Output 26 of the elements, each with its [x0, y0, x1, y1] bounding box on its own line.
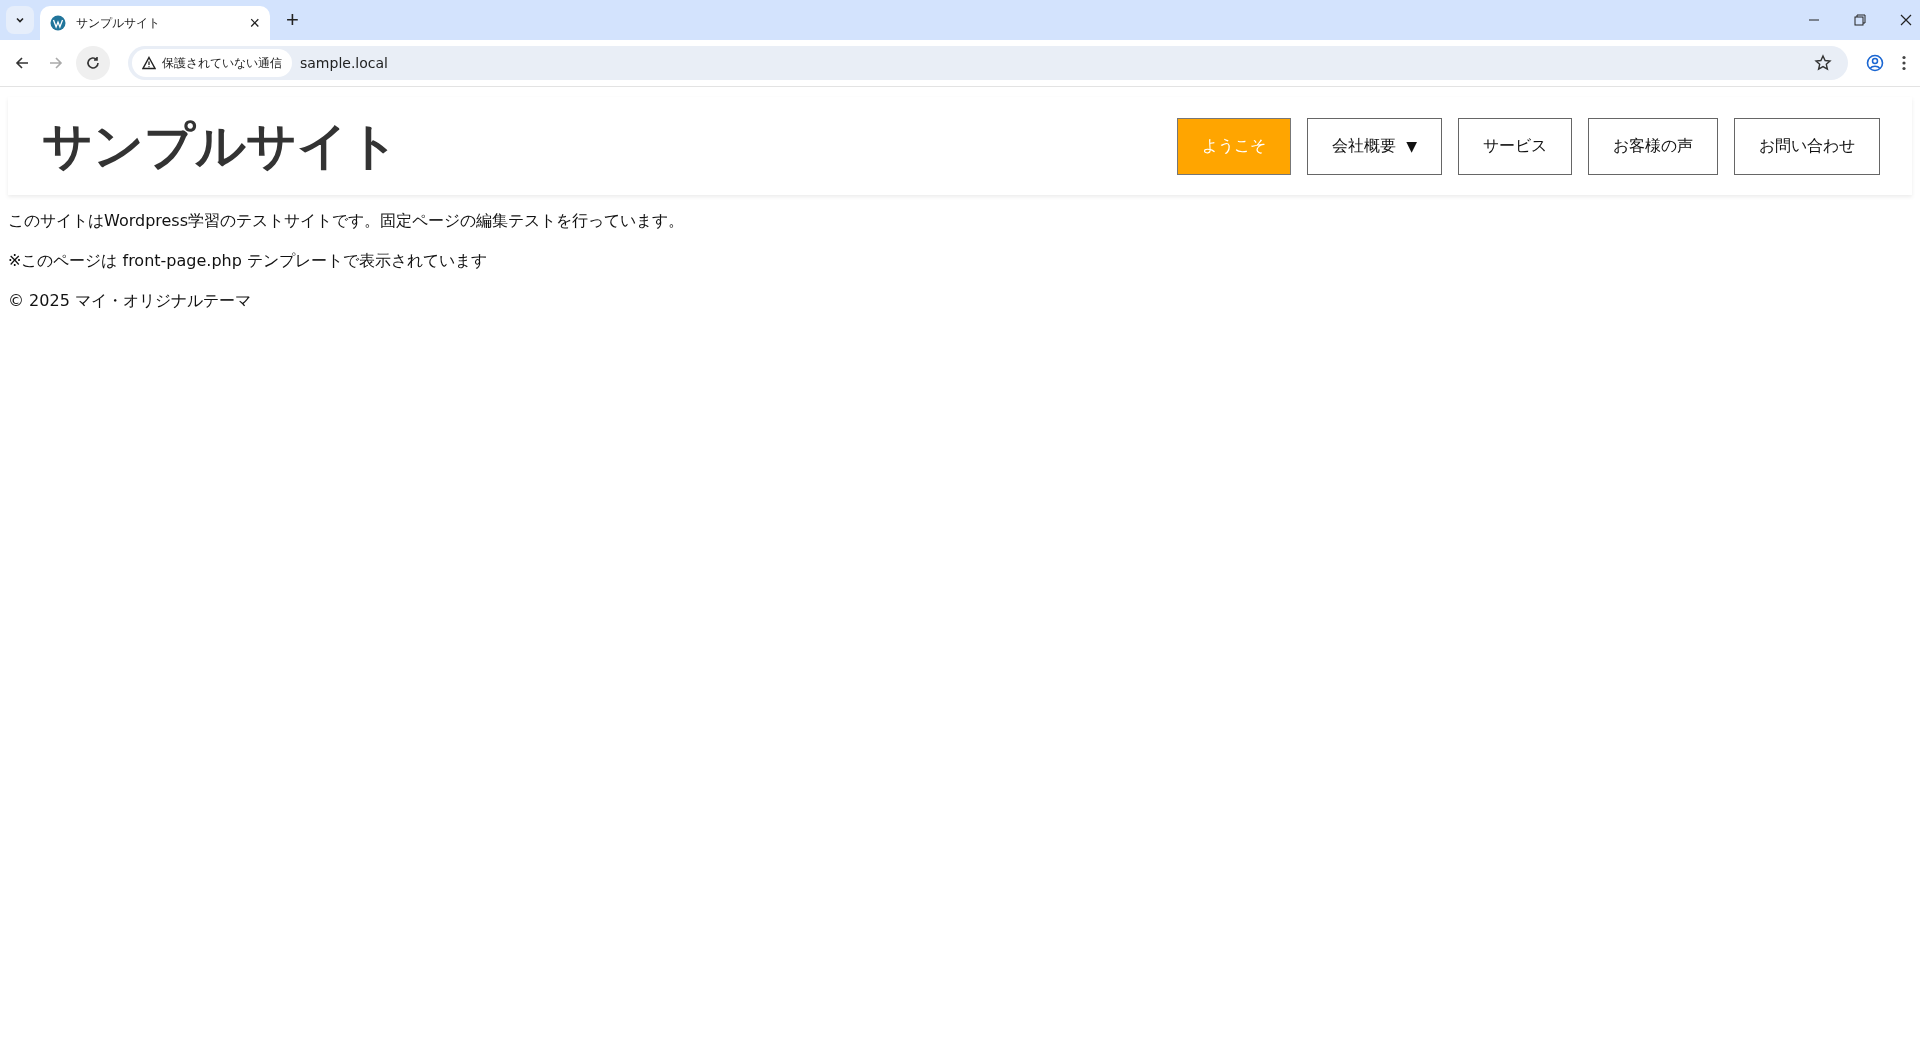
body-paragraph: このサイトはWordpress学習のテストサイトです。固定ページの編集テストを行っています。: [8, 210, 686, 232]
new-tab-button[interactable]: +: [280, 6, 305, 34]
close-tab-button[interactable]: ×: [249, 14, 260, 32]
reload-icon: [85, 55, 101, 71]
back-arrow-icon[interactable]: [14, 55, 30, 71]
nav-button[interactable]: サービス: [1458, 117, 1572, 175]
tab-title: サンプルサイト: [76, 14, 161, 32]
site-title: サンプルサイト: [42, 115, 400, 177]
reload-button[interactable]: [76, 46, 110, 80]
close-icon[interactable]: [1900, 14, 1912, 26]
nav-button[interactable]: お客様の声: [1588, 117, 1718, 175]
body-paragraph: ※このページは front-page.php テンプレートで表示されています: [8, 250, 488, 272]
browser-tab[interactable]: サンプルサイト ×: [40, 6, 270, 40]
wordpress-logo-icon: [50, 15, 66, 31]
star-icon[interactable]: [1814, 54, 1832, 72]
footer-copyright: © 2025 マイ・オリジナルテーマ: [8, 290, 252, 312]
nav-button[interactable]: お問い合わせ: [1734, 117, 1880, 175]
security-label: 保護されていない通信: [162, 54, 282, 72]
restore-icon[interactable]: [1854, 14, 1866, 26]
warning-icon: [142, 56, 156, 70]
profile-icon[interactable]: [1866, 54, 1884, 72]
address-bar[interactable]: 保護されていない通信 sample.local: [128, 46, 1848, 80]
security-chip[interactable]: 保護されていない通信: [132, 49, 292, 77]
url-text: sample.local: [300, 55, 388, 71]
more-menu-icon[interactable]: [1902, 55, 1906, 71]
nav-button[interactable]: 会社概要 ▼: [1307, 117, 1442, 175]
